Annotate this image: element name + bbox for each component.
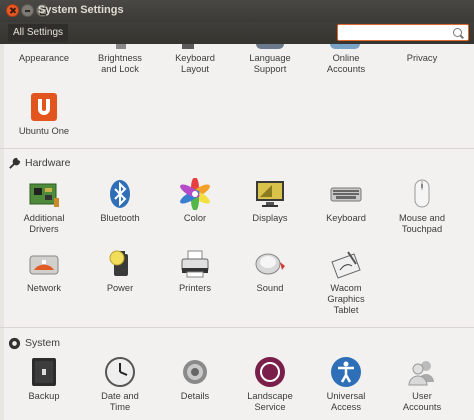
section-title: Hardware [25,157,71,169]
brightness-icon-partial [116,44,126,49]
title-bar: System Settings [0,0,474,22]
item-label: Network [26,283,62,293]
ubuntu-one-item[interactable]: Ubuntu One [8,91,80,137]
toolbar: All Settings [0,22,474,44]
additional-drivers-item[interactable]: Additional Drivers [8,178,80,235]
users-icon [406,356,438,388]
system-section-header: System [8,335,60,351]
printer-icon [179,248,211,280]
landscape-service-item[interactable]: Landscape Service [234,356,306,413]
item-label: Backup [28,391,60,401]
item-label: User Accounts [402,391,442,412]
mouse-touchpad-item[interactable]: Mouse and Touchpad [386,178,458,235]
item-label: Ubuntu One [18,126,70,136]
item-label: Universal Access [326,391,366,412]
item-label: Online Accounts [326,53,366,74]
language-icon-partial [256,44,284,49]
section-divider [0,148,474,149]
keyboard-icon [330,178,362,210]
item-label: Brightness and Lock [98,53,142,74]
online-accounts-icon-partial [330,44,360,49]
item-label: Displays [252,213,288,223]
system-gear-icon [8,337,21,349]
user-accounts-item[interactable]: User Accounts [386,356,458,413]
item-label: Wacom Graphics Tablet [327,283,365,315]
online-accounts-item[interactable]: Online Accounts [310,53,382,75]
network-item[interactable]: Network [8,248,80,294]
item-label: Date and Time [101,391,139,412]
date-time-item[interactable]: Date and Time [84,356,156,413]
accessibility-icon [330,356,362,388]
all-settings-button[interactable]: All Settings [8,24,69,42]
keyboard-layout-item[interactable]: Keyboard Layout [159,53,231,75]
item-label: Language Support [249,53,291,74]
safe-icon [28,356,60,388]
ubuntu-one-icon [28,91,60,123]
item-label: Privacy [406,53,438,63]
item-label: Bluetooth [100,213,140,223]
details-item[interactable]: Details [159,356,231,402]
search-icon [453,28,462,37]
circuit-board-icon [28,178,60,210]
item-label: Mouse and Touchpad [399,213,445,234]
battery-icon [104,248,136,280]
keyboard-layout-icon-partial [182,44,194,49]
item-label: Landscape Service [247,391,293,412]
backup-item[interactable]: Backup [8,356,80,402]
language-support-item[interactable]: Language Support [234,53,306,75]
sound-item[interactable]: Sound [234,248,306,294]
hardware-section-header: Hardware [8,155,71,171]
mouse-icon [406,178,438,210]
brightness-lock-item[interactable]: Brightness and Lock [84,53,156,75]
color-item[interactable]: Color [159,177,231,224]
item-label: Printers [178,283,212,293]
close-window-button[interactable] [6,4,19,17]
printers-item[interactable]: Printers [159,248,231,294]
display-monitor-icon [254,178,286,210]
item-label: Appearance [18,53,70,63]
universal-access-item[interactable]: Universal Access [310,356,382,413]
power-item[interactable]: Power [84,248,156,294]
window-title: System Settings [38,4,124,16]
network-icon [28,248,60,280]
privacy-item[interactable]: Privacy [386,53,458,64]
item-label: Details [180,391,210,401]
bluetooth-item[interactable]: Bluetooth [84,178,156,224]
tablet-icon [330,248,362,280]
item-label: Keyboard [326,213,366,223]
keyboard-item[interactable]: Keyboard [310,178,382,224]
appearance-item[interactable]: Appearance [8,53,80,64]
item-label: Color [183,213,207,223]
speaker-icon [254,248,286,280]
wacom-tablet-item[interactable]: Wacom Graphics Tablet [310,248,382,316]
search-input[interactable] [337,24,469,41]
item-label: Additional Drivers [23,213,65,234]
item-label: Keyboard Layout [175,53,215,74]
section-title: System [25,337,61,349]
color-wheel-icon [179,177,211,211]
bluetooth-icon [104,178,136,210]
landscape-icon [254,356,286,388]
wrench-icon [9,157,21,169]
clock-icon [104,356,136,388]
details-gear-icon [179,356,211,388]
displays-item[interactable]: Displays [234,178,306,224]
minimize-window-button[interactable] [21,4,34,17]
item-label: Power [106,283,134,293]
item-label: Sound [256,283,284,293]
section-divider [0,327,474,328]
